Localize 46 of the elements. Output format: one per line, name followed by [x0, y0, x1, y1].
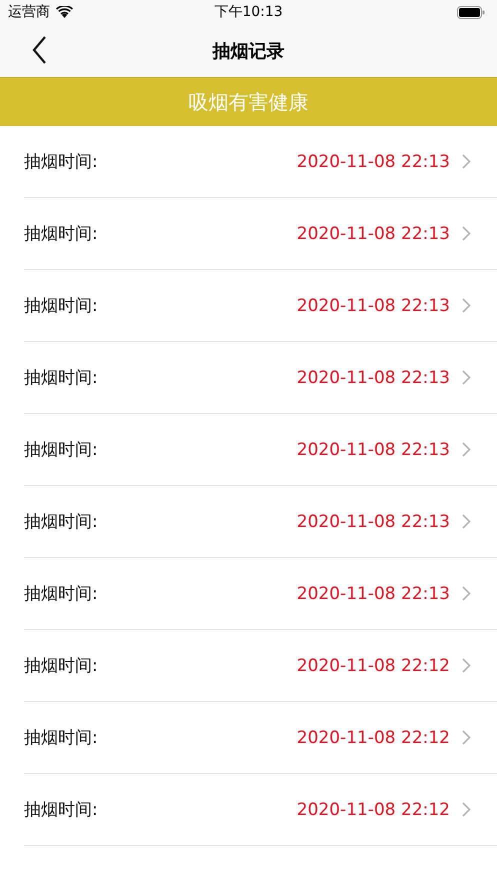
chevron-icon [462, 586, 471, 601]
record-time: 2020-11-08 22:13 [296, 224, 450, 244]
status-time: 下午10:13 [214, 3, 283, 21]
record-label: 抽烟时间: [24, 799, 98, 821]
record-time: 2020-11-08 22:13 [296, 368, 450, 388]
record-row[interactable]: 抽烟时间: 2020-11-08 22:13 [24, 558, 497, 630]
record-label: 抽烟时间: [24, 655, 98, 677]
record-label: 抽烟时间: [24, 367, 98, 389]
record-label: 抽烟时间: [24, 439, 98, 461]
record-label: 抽烟时间: [24, 223, 98, 245]
chevron-icon [462, 154, 471, 169]
wifi-icon [56, 6, 73, 18]
battery-icon [457, 6, 485, 18]
carrier-name: 运营商 [8, 3, 50, 21]
record-row[interactable]: 抽烟时间: 2020-11-08 22:13 [24, 270, 497, 342]
record-row[interactable]: 抽烟时间: 2020-11-08 22:12 [24, 630, 497, 702]
chevron-icon [462, 298, 471, 313]
record-label: 抽烟时间: [24, 151, 98, 173]
chevron-icon [462, 730, 471, 745]
record-row[interactable]: 抽烟时间: 2020-11-08 22:12 [24, 774, 497, 846]
record-row[interactable]: 抽烟时间: 2020-11-08 22:13 [24, 198, 497, 270]
chevron-icon [462, 370, 471, 385]
chevron-icon [462, 442, 471, 457]
record-label: 抽烟时间: [24, 295, 98, 317]
record-time: 2020-11-08 22:12 [296, 728, 450, 748]
record-label: 抽烟时间: [24, 583, 98, 605]
record-row[interactable]: 抽烟时间: 2020-11-08 22:13 [24, 486, 497, 558]
record-time: 2020-11-08 22:13 [296, 440, 450, 460]
record-row[interactable]: 抽烟时间: 2020-11-08 22:12 [24, 702, 497, 774]
record-label: 抽烟时间: [24, 511, 98, 533]
chevron-icon [462, 802, 471, 817]
record-time: 2020-11-08 22:13 [296, 584, 450, 604]
banner-text: 吸烟有害健康 [188, 88, 308, 116]
record-row[interactable]: 抽烟时间: 2020-11-08 22:13 [24, 414, 497, 486]
chevron-icon [462, 226, 471, 241]
record-time: 2020-11-08 22:13 [296, 296, 450, 316]
chevron-icon [462, 514, 471, 529]
page-title: 抽烟记录 [212, 40, 284, 62]
chevron-icon [462, 658, 471, 673]
record-label: 抽烟时间: [24, 727, 98, 749]
record-time: 2020-11-08 22:12 [296, 800, 450, 820]
record-row[interactable]: 抽烟时间: 2020-11-08 22:13 [24, 126, 497, 198]
record-time: 2020-11-08 22:13 [296, 152, 450, 172]
record-time: 2020-11-08 22:13 [296, 512, 450, 532]
record-row[interactable]: 抽烟时间: 2020-11-08 22:13 [24, 342, 497, 414]
record-time: 2020-11-08 22:12 [296, 656, 450, 676]
